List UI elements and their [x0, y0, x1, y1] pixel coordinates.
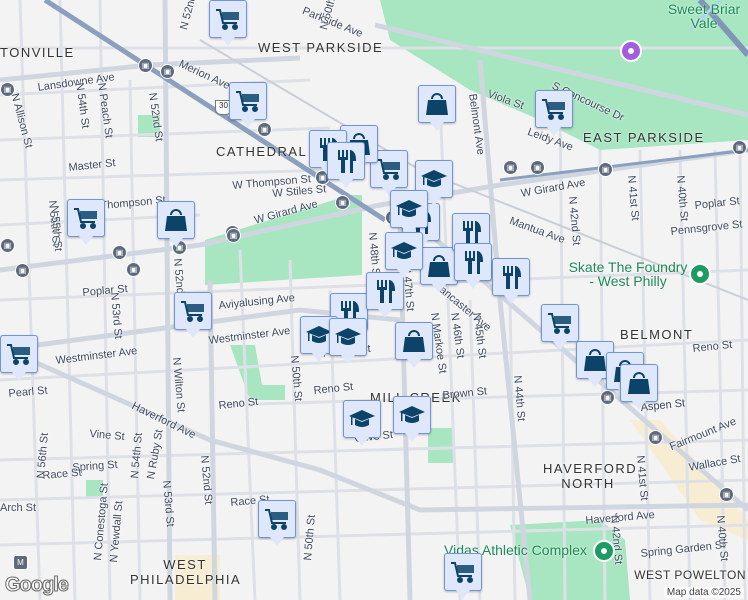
- shopping-bag-marker[interactable]: [420, 247, 458, 293]
- neighborhood-label: HAVERFORD NORTH: [543, 461, 638, 491]
- school-marker[interactable]: [329, 318, 367, 364]
- bag-icon: [426, 93, 448, 115]
- poi-pin-icon[interactable]: [689, 263, 711, 285]
- school-marker[interactable]: [393, 396, 431, 442]
- street-label: Arch St: [0, 502, 37, 514]
- poi-pin-icon[interactable]: [593, 540, 615, 562]
- school-icon: [391, 242, 417, 259]
- school-icon: [399, 406, 425, 423]
- school-marker[interactable]: [390, 190, 428, 236]
- transit-stop-icon[interactable]: ▣: [112, 245, 127, 260]
- transit-stop-icon[interactable]: ▣: [732, 140, 747, 155]
- shopping-cart-marker[interactable]: [541, 304, 579, 350]
- neighborhood-label: BELMONT: [620, 327, 694, 342]
- restaurant-icon: [465, 251, 483, 274]
- shopping-bag-marker[interactable]: [157, 201, 195, 247]
- transit-stop-icon[interactable]: ▣: [0, 238, 15, 253]
- school-icon: [421, 170, 447, 187]
- shopping-cart-marker[interactable]: [229, 82, 267, 128]
- google-logo: Google: [5, 574, 70, 597]
- cart-icon: [265, 509, 288, 530]
- transit-stop-icon[interactable]: ▣: [126, 262, 141, 277]
- cart-icon: [7, 344, 30, 365]
- transit-stop-icon[interactable]: ▣: [530, 160, 545, 175]
- neighborhood-label: WEST POWELTON: [634, 568, 746, 582]
- restaurant-marker[interactable]: [454, 243, 492, 289]
- cart-icon: [377, 159, 400, 180]
- transit-stop-icon[interactable]: ▣: [15, 263, 30, 278]
- bag-icon: [584, 349, 606, 371]
- transit-stop-icon[interactable]: ▣: [160, 64, 175, 79]
- bag-icon: [165, 209, 187, 231]
- shopping-bag-marker[interactable]: [620, 364, 658, 410]
- restaurant-icon: [503, 266, 521, 289]
- bag-icon: [628, 372, 650, 394]
- bag-icon: [428, 255, 450, 277]
- school-marker[interactable]: [343, 400, 381, 446]
- shopping-bag-marker[interactable]: [418, 85, 456, 131]
- cart-icon: [216, 9, 239, 30]
- cart-icon: [451, 562, 474, 583]
- transit-stop-icon[interactable]: ▣: [138, 58, 153, 73]
- shopping-bag-marker[interactable]: [395, 322, 433, 368]
- transit-stop-icon[interactable]: ▣: [600, 390, 615, 405]
- shopping-cart-marker[interactable]: [174, 292, 212, 338]
- shopping-cart-marker[interactable]: [258, 500, 296, 546]
- shopping-cart-marker[interactable]: [209, 0, 247, 46]
- cart-icon: [74, 208, 97, 229]
- cart-icon: [181, 301, 204, 322]
- shopping-cart-marker[interactable]: [0, 335, 38, 381]
- neighborhood-label: EAST PARKSIDE: [583, 130, 705, 145]
- school-icon: [396, 200, 422, 217]
- transit-stop-icon[interactable]: ▣: [226, 228, 241, 243]
- restaurant-icon: [338, 150, 356, 173]
- restaurant-icon: [377, 280, 395, 303]
- metro-station-icon[interactable]: M: [13, 555, 28, 570]
- poi-label-sweet-briar-vale[interactable]: Sweet Briar Vale: [664, 2, 744, 30]
- transit-stop-icon[interactable]: ▣: [0, 82, 15, 97]
- neighborhood-label: WEST PHILADELPHIA: [130, 557, 242, 587]
- cart-icon: [542, 99, 565, 120]
- school-icon: [349, 410, 375, 427]
- transit-stop-icon[interactable]: ▣: [648, 430, 663, 445]
- school-icon: [335, 328, 361, 345]
- transit-stop-icon[interactable]: ▣: [335, 195, 350, 210]
- bag-icon: [403, 330, 425, 352]
- neighborhood-label: TONVILLE: [0, 45, 75, 60]
- monument-pin-icon[interactable]: [620, 40, 642, 62]
- shopping-cart-marker[interactable]: [444, 553, 482, 599]
- restaurant-icon: [463, 221, 481, 244]
- transit-stop-icon[interactable]: ▣: [503, 160, 518, 175]
- transit-stop-icon[interactable]: ▣: [598, 162, 613, 177]
- cart-icon: [236, 91, 259, 112]
- restaurant-marker[interactable]: [492, 258, 530, 304]
- map-attribution[interactable]: Map data ©2025: [663, 587, 744, 598]
- poi-label-skate-the-foundry[interactable]: Skate The Foundry - West Philly: [568, 260, 688, 288]
- shopping-cart-marker[interactable]: [535, 90, 573, 136]
- cart-icon: [548, 313, 571, 334]
- transit-stop-icon[interactable]: ▣: [257, 122, 272, 137]
- neighborhood-label: WEST PARKSIDE: [258, 40, 384, 55]
- restaurant-marker[interactable]: [327, 142, 365, 188]
- shopping-cart-marker[interactable]: [67, 199, 105, 245]
- school-marker[interactable]: [385, 232, 423, 278]
- transit-stop-icon[interactable]: ▣: [719, 487, 734, 502]
